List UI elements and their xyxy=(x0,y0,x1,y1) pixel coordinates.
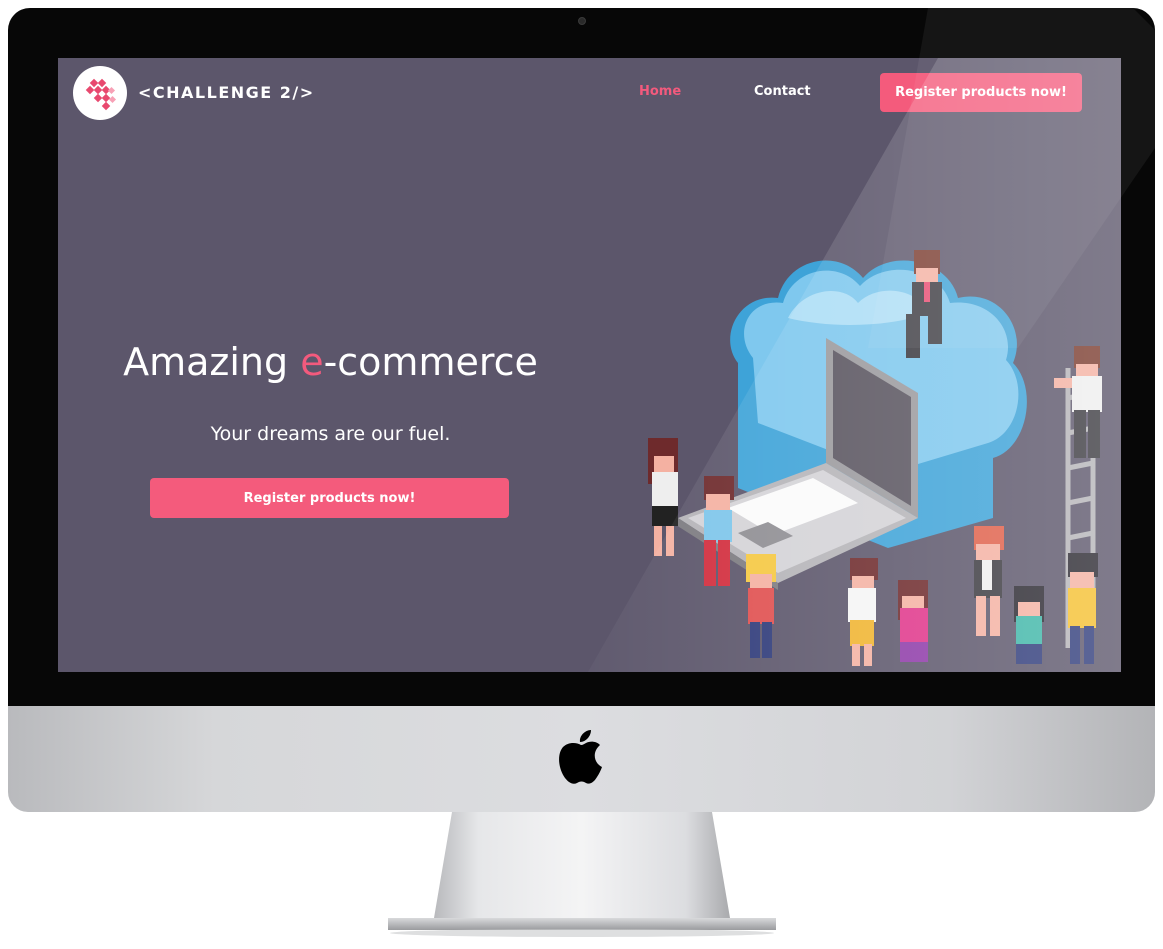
monitor-stand xyxy=(388,812,776,937)
